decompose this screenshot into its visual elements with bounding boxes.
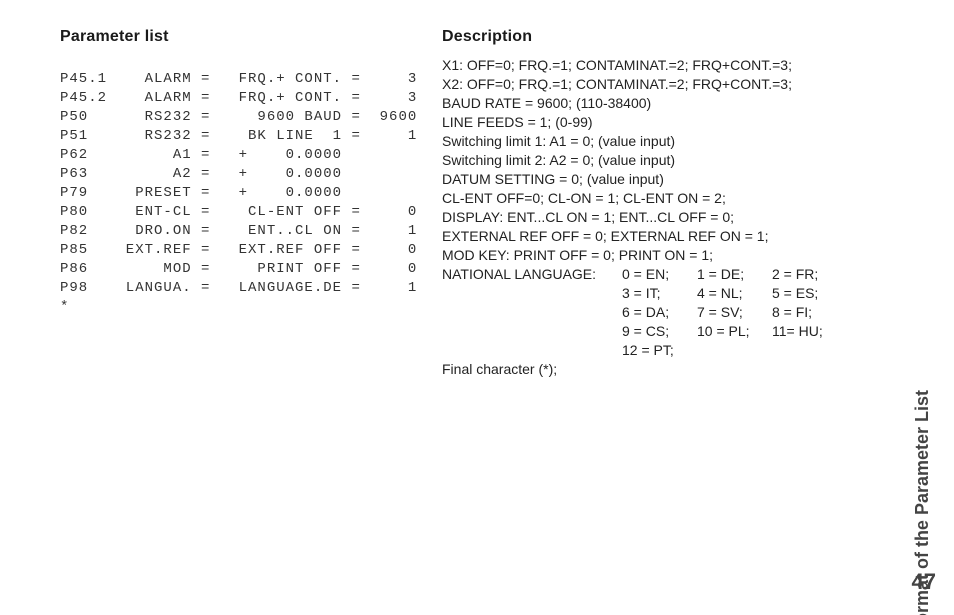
heading-parameter-list: Parameter list bbox=[60, 28, 169, 46]
national-language-line: 6 = DA;7 = SV;8 = FI; bbox=[442, 303, 847, 322]
national-language-value: 0 = EN; bbox=[622, 265, 697, 284]
description-line: DATUM SETTING = 0; (value input) bbox=[442, 170, 847, 189]
national-language-value: 1 = DE; bbox=[697, 265, 772, 284]
national-language-value: 6 = DA; bbox=[622, 303, 697, 322]
page-number: 47 bbox=[912, 569, 936, 595]
description-line: X1: OFF=0; FRQ.=1; CONTAMINAT.=2; FRQ+CO… bbox=[442, 56, 847, 75]
national-language-value: 3 = IT; bbox=[622, 284, 697, 303]
national-language-values: 6 = DA;7 = SV;8 = FI; bbox=[622, 303, 847, 322]
description-line: LINE FEEDS = 1; (0-99) bbox=[442, 113, 847, 132]
national-language-value: 2 = FR; bbox=[772, 265, 847, 284]
national-language-value: 11= HU; bbox=[772, 322, 847, 341]
side-heading: Output Format of the Parameter List bbox=[910, 28, 936, 555]
national-language-value: 12 = PT; bbox=[622, 341, 697, 360]
national-language-value: 4 = NL; bbox=[697, 284, 772, 303]
national-language-line: 12 = PT; bbox=[442, 341, 847, 360]
parameter-list-block: P45.1 ALARM = FRQ.+ CONT. = 3 P45.2 ALAR… bbox=[60, 70, 417, 317]
national-language-value: 7 = SV; bbox=[697, 303, 772, 322]
national-language-label: NATIONAL LANGUAGE: bbox=[442, 265, 622, 284]
national-language-value: 5 = ES; bbox=[772, 284, 847, 303]
national-language-indent bbox=[442, 341, 622, 360]
national-language-indent bbox=[442, 322, 622, 341]
description-line: Switching limit 1: A1 = 0; (value input) bbox=[442, 132, 847, 151]
national-language-line: 3 = IT;4 = NL;5 = ES; bbox=[442, 284, 847, 303]
description-line: DISPLAY: ENT...CL ON = 1; ENT...CL OFF =… bbox=[442, 208, 847, 227]
description-line: X2: OFF=0; FRQ.=1; CONTAMINAT.=2; FRQ+CO… bbox=[442, 75, 847, 94]
national-language-value: 9 = CS; bbox=[622, 322, 697, 341]
description-line: EXTERNAL REF OFF = 0; EXTERNAL REF ON = … bbox=[442, 227, 847, 246]
page: Parameter list Description P45.1 ALARM =… bbox=[0, 0, 954, 615]
description-line: MOD KEY: PRINT OFF = 0; PRINT ON = 1; bbox=[442, 246, 847, 265]
national-language-line: 9 = CS;10 = PL;11= HU; bbox=[442, 322, 847, 341]
description-line: BAUD RATE = 9600; (110-38400) bbox=[442, 94, 847, 113]
heading-description: Description bbox=[442, 28, 532, 46]
national-language-indent bbox=[442, 284, 622, 303]
national-language-line: NATIONAL LANGUAGE:0 = EN;1 = DE;2 = FR; bbox=[442, 265, 847, 284]
national-language-value: 10 = PL; bbox=[697, 322, 772, 341]
national-language-indent bbox=[442, 303, 622, 322]
final-character-line: Final character (*); bbox=[442, 360, 847, 379]
description-line: CL-ENT OFF=0; CL-ON = 1; CL-ENT ON = 2; bbox=[442, 189, 847, 208]
national-language-values: 3 = IT;4 = NL;5 = ES; bbox=[622, 284, 847, 303]
national-language-value: 8 = FI; bbox=[772, 303, 847, 322]
national-language-values: 12 = PT; bbox=[622, 341, 847, 360]
national-language-values: 0 = EN;1 = DE;2 = FR; bbox=[622, 265, 847, 284]
national-language-values: 9 = CS;10 = PL;11= HU; bbox=[622, 322, 847, 341]
description-line: Switching limit 2: A2 = 0; (value input) bbox=[442, 151, 847, 170]
description-block: X1: OFF=0; FRQ.=1; CONTAMINAT.=2; FRQ+CO… bbox=[442, 56, 847, 379]
